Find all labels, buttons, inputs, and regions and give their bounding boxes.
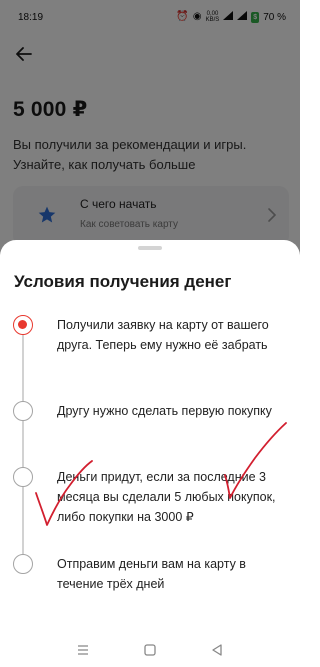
step-text: Другу нужно сделать первую покупку <box>57 404 272 418</box>
system-back-button[interactable] <box>205 638 229 662</box>
sheet-drag-handle[interactable] <box>138 246 162 250</box>
step-text: Деньги придут, если за последние 3 месяц… <box>57 470 276 524</box>
system-nav-bar <box>0 632 300 667</box>
sheet-title: Условия получения денег <box>14 272 232 291</box>
home-square-icon <box>144 643 156 656</box>
step-indicator-active <box>13 315 33 335</box>
step-text: Получили заявку на карту от вашего друга… <box>57 318 269 352</box>
menu-icon <box>78 644 89 655</box>
conditions-bottom-sheet: Условия получения денег Получили заявку … <box>0 240 300 667</box>
timeline-line <box>22 327 24 567</box>
back-triangle-icon <box>211 643 222 656</box>
step-indicator <box>13 401 33 421</box>
home-button[interactable] <box>138 638 162 662</box>
step-indicator <box>13 467 33 487</box>
recent-apps-button[interactable] <box>71 638 95 662</box>
step-text: Отправим деньги вам на карту в течение т… <box>57 557 246 591</box>
step-indicator <box>13 554 33 574</box>
